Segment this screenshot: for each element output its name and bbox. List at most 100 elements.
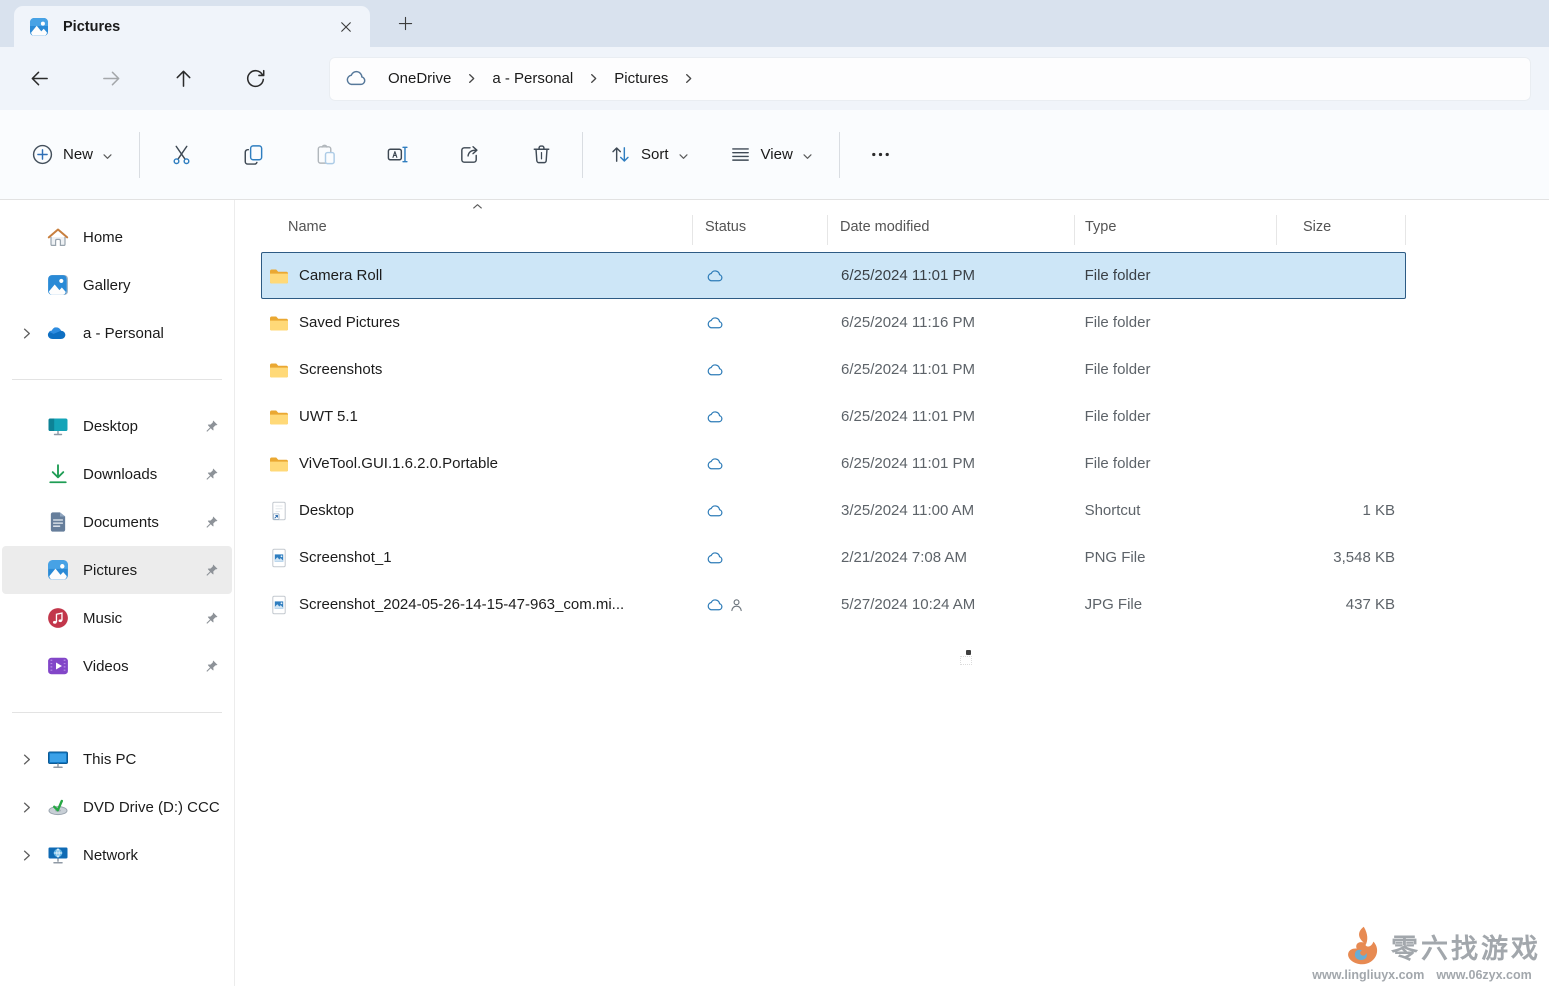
folder-icon xyxy=(269,407,289,427)
sidebar-divider xyxy=(12,379,222,380)
Screenshot_2024-05-26-14-15-47-963_com.mi...-button[interactable]: Screenshot_2024-05-26-14-15-47-963_com.m… xyxy=(261,581,1406,628)
column-header-type[interactable]: Type xyxy=(1075,219,1277,235)
rename-icon xyxy=(386,143,409,166)
refresh-icon xyxy=(245,68,266,89)
back-button[interactable] xyxy=(17,59,61,99)
view-button[interactable]: View xyxy=(716,133,826,177)
nav-buttons xyxy=(17,59,305,99)
command-bar: New Sort View xyxy=(0,110,1549,200)
forward-button[interactable] xyxy=(89,59,133,99)
sidebar-item-home[interactable]: Home xyxy=(2,213,232,261)
cloud-person-icon xyxy=(706,598,743,612)
edit-buttons xyxy=(153,133,569,177)
up-button[interactable] xyxy=(161,59,205,99)
status-cell xyxy=(693,269,828,283)
column-header-status[interactable]: Status xyxy=(693,219,828,235)
name-cell: Camera Roll xyxy=(262,266,693,286)
sidebar-item-music[interactable]: Music xyxy=(2,594,232,642)
sidebar-item-videos[interactable]: Videos xyxy=(2,642,232,690)
sidebar-item-network[interactable]: Network xyxy=(2,831,232,879)
date-modified-cell: 6/25/2024 11:01 PM xyxy=(828,361,1075,378)
size-cell: 3,548 KB xyxy=(1276,549,1405,566)
sidebar-item-this-pc[interactable]: This PC xyxy=(2,735,232,783)
expand-chevron-icon[interactable] xyxy=(20,801,33,814)
sidebar-item-documents[interactable]: Documents xyxy=(2,498,232,546)
column-header-size[interactable]: Size xyxy=(1277,219,1406,235)
Camera Roll-button[interactable]: Camera Roll 6/25/2024 11:01 PM File fold… xyxy=(261,252,1406,299)
type-cell: Shortcut xyxy=(1075,502,1277,519)
share-button[interactable] xyxy=(441,133,497,177)
breadcrumb-link[interactable]: OneDrive xyxy=(380,66,459,91)
copy-button[interactable] xyxy=(225,133,281,177)
image-file-icon xyxy=(269,548,289,568)
file-name: UWT 5.1 xyxy=(299,408,358,425)
cut-button[interactable] xyxy=(153,133,209,177)
file-list-area: Name Status Date modified Type Size Came… xyxy=(235,200,1549,986)
sidebar-item-label: Network xyxy=(83,847,232,864)
folder-icon xyxy=(269,360,289,380)
breadcrumb-link[interactable]: Pictures xyxy=(606,66,676,91)
sidebar-item-label: Desktop xyxy=(83,418,204,435)
breadcrumb-link[interactable]: a - Personal xyxy=(484,66,581,91)
arrow-right-icon xyxy=(101,68,122,89)
delete-button[interactable] xyxy=(513,133,569,177)
Desktop-button[interactable]: Desktop 3/25/2024 11:00 AM Shortcut 1 KB xyxy=(261,487,1406,534)
sidebar-item-a-personal[interactable]: a - Personal xyxy=(2,309,232,357)
file-name: Screenshot_2024-05-26-14-15-47-963_com.m… xyxy=(299,596,624,613)
sidebar-item-label: a - Personal xyxy=(83,325,232,342)
tab-close-button[interactable] xyxy=(332,13,360,41)
downloads-icon xyxy=(47,463,69,485)
date-modified-cell: 6/25/2024 11:01 PM xyxy=(828,267,1075,284)
view-button-label: View xyxy=(761,146,793,163)
cloud-icon xyxy=(706,504,725,518)
Saved Pictures-button[interactable]: Saved Pictures 6/25/2024 11:16 PM File f… xyxy=(261,299,1406,346)
copy-icon xyxy=(242,143,265,166)
Screenshot_1-button[interactable]: Screenshot_1 2/21/2024 7:08 AM PNG File … xyxy=(261,534,1406,581)
Screenshots-button[interactable]: Screenshots 6/25/2024 11:01 PM File fold… xyxy=(261,346,1406,393)
cloud-icon xyxy=(706,316,725,330)
plus-icon xyxy=(398,16,413,31)
onedrive-icon xyxy=(47,322,69,344)
address-bar[interactable]: OneDrive a - Personal Pictures xyxy=(329,57,1531,101)
tab-pictures[interactable]: Pictures xyxy=(14,6,370,47)
sidebar-item-pictures[interactable]: Pictures xyxy=(2,546,232,594)
see-more-button[interactable] xyxy=(853,133,908,177)
sort-button[interactable]: Sort xyxy=(596,133,702,177)
main-area: Home Gallery a - Personal Desktop Downlo… xyxy=(0,200,1549,986)
date-modified-cell: 6/25/2024 11:16 PM xyxy=(828,314,1075,331)
column-header-name[interactable]: Name xyxy=(261,219,693,235)
cursor-artifact xyxy=(966,650,971,655)
ViVeTool.GUI.1.6.2.0.Portable-button[interactable]: ViVeTool.GUI.1.6.2.0.Portable 6/25/2024 … xyxy=(261,440,1406,487)
file-name: Screenshots xyxy=(299,361,382,378)
sidebar-item-downloads[interactable]: Downloads xyxy=(2,450,232,498)
expand-chevron-icon[interactable] xyxy=(20,327,33,340)
chevron-down-icon xyxy=(678,151,689,162)
sidebar-item-gallery[interactable]: Gallery xyxy=(2,261,232,309)
paste-button[interactable] xyxy=(297,133,353,177)
type-cell: File folder xyxy=(1075,408,1277,425)
date-modified-cell: 6/25/2024 11:01 PM xyxy=(828,408,1075,425)
sidebar-divider xyxy=(12,712,222,713)
column-header-date-modified[interactable]: Date modified xyxy=(828,219,1075,235)
onedrive-cloud-icon xyxy=(345,70,368,87)
type-cell: File folder xyxy=(1075,455,1277,472)
toolbar-divider xyxy=(582,132,583,178)
sidebar-item-label: Home xyxy=(83,229,232,246)
file-name: Saved Pictures xyxy=(299,314,400,331)
sidebar-item-desktop[interactable]: Desktop xyxy=(2,402,232,450)
cloud-icon xyxy=(706,269,725,283)
new-tab-button[interactable] xyxy=(388,7,422,41)
expand-chevron-icon[interactable] xyxy=(20,753,33,766)
sidebar-item-dvd-drive-d-ccc[interactable]: DVD Drive (D:) CCC xyxy=(2,783,232,831)
pictures-tab-icon xyxy=(29,17,49,37)
pin-icon xyxy=(204,515,219,530)
refresh-button[interactable] xyxy=(233,59,277,99)
this-pc-icon xyxy=(47,748,69,770)
type-cell: File folder xyxy=(1075,314,1277,331)
size-cell: 437 KB xyxy=(1276,596,1405,613)
UWT 5.1-button[interactable]: UWT 5.1 6/25/2024 11:01 PM File folder xyxy=(261,393,1406,440)
rename-button[interactable] xyxy=(369,133,425,177)
expand-chevron-icon[interactable] xyxy=(20,849,33,862)
sidebar-item-label: DVD Drive (D:) CCC xyxy=(83,799,232,816)
new-button[interactable]: New xyxy=(18,133,126,177)
